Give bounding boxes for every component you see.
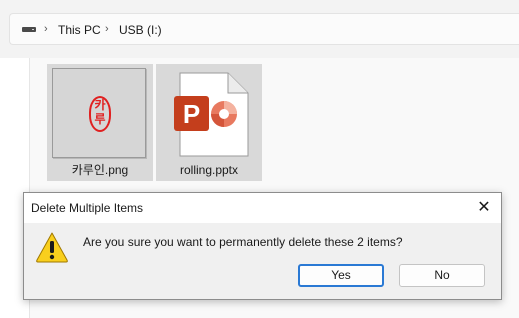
no-button[interactable]: No: [399, 264, 485, 287]
usb-drive-icon: [22, 26, 36, 33]
yes-button[interactable]: Yes: [298, 264, 384, 287]
warning-icon: [36, 232, 68, 263]
png-thumbnail-icon: 카 루: [52, 68, 146, 158]
file-item-png[interactable]: 카 루 카루인.png: [47, 64, 153, 181]
file-name: rolling.pptx: [179, 163, 239, 177]
breadcrumb-separator-icon: ›: [44, 23, 48, 35]
breadcrumb-separator-icon: ›: [105, 23, 109, 35]
file-name: 카루인.png: [71, 163, 129, 177]
delete-confirmation-dialog: Delete Multiple Items ✕ Are you sure you…: [23, 192, 502, 300]
breadcrumb-usb-drive[interactable]: USB (I:): [119, 22, 162, 38]
address-bar[interactable]: › This PC › USB (I:): [9, 13, 519, 45]
dialog-titlebar[interactable]: Delete Multiple Items ✕: [24, 193, 501, 223]
dialog-message: Are you sure you want to permanently del…: [83, 235, 403, 249]
powerpoint-file-icon: P: [174, 72, 249, 157]
dialog-body: Are you sure you want to permanently del…: [24, 223, 501, 299]
dialog-title: Delete Multiple Items: [31, 201, 144, 215]
svg-text:P: P: [183, 99, 200, 129]
breadcrumb-this-pc[interactable]: This PC: [58, 22, 101, 38]
file-item-pptx[interactable]: P rolling.pptx: [156, 64, 262, 181]
close-icon[interactable]: ✕: [469, 195, 499, 221]
explorer-toolbar-area: › This PC › USB (I:): [0, 0, 519, 58]
red-seal-stamp: 카 루: [89, 96, 111, 132]
